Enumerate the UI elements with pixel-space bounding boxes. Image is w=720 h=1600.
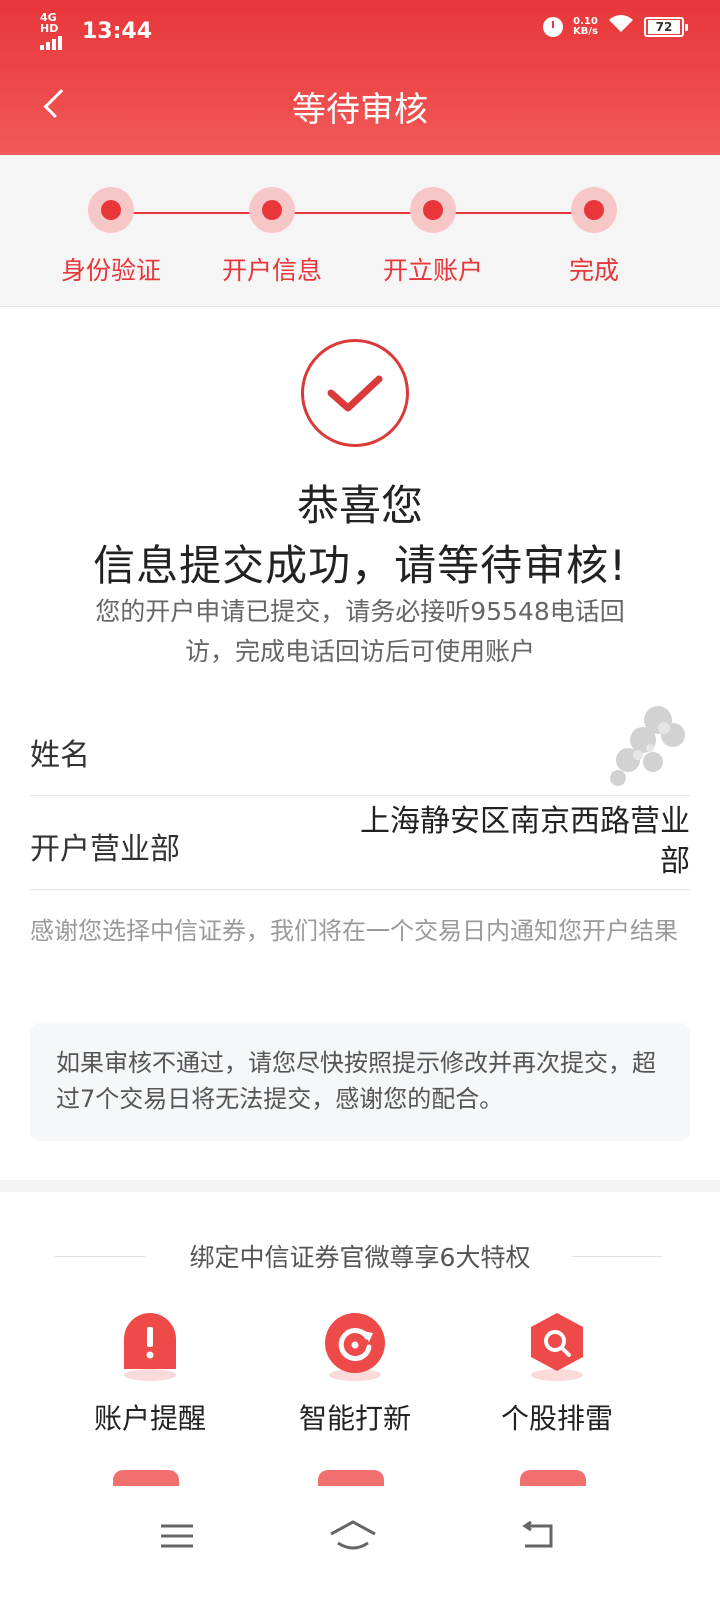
feature-account-alert[interactable]: 账户提醒 (65, 1305, 235, 1437)
alarm-icon (543, 16, 564, 37)
refresh-icon (315, 1305, 395, 1385)
progress-stepper: 身份验证 开户信息 开立账户 完成 (0, 155, 720, 307)
net-speed-unit: KB/s (573, 25, 598, 37)
step-dot-icon (410, 187, 456, 233)
step-label: 身份验证 (60, 256, 161, 285)
network-type: 4G HD (40, 11, 59, 35)
step-account-info: 开户信息 (192, 187, 352, 287)
success-check-icon (301, 339, 409, 447)
wifi-icon (608, 14, 634, 39)
step-label: 完成 (568, 256, 619, 285)
redacted-name-image (610, 706, 685, 786)
system-nav-bar (0, 1486, 720, 1600)
thanks-text: 感谢您选择中信证券，我们将在一个交易日内通知您开户结果 (30, 917, 678, 945)
feature-label: 账户提醒 (93, 1402, 206, 1435)
search-icon (517, 1305, 597, 1385)
feature-label: 个股排雷 (500, 1402, 613, 1435)
net-speed-value: 0.10 (573, 15, 598, 27)
step-label: 开立账户 (382, 256, 483, 285)
clock-time: 13:44 (82, 18, 153, 44)
branch-row: 开户营业部 上海静安区南京西路营业部 (30, 796, 690, 890)
success-headline: 信息提交成功，请等待审核! (93, 541, 627, 590)
feature-label: 智能打新 (298, 1402, 411, 1435)
step-label: 开户信息 (221, 256, 322, 285)
feature-icon-peek (113, 1470, 179, 1486)
branch-value: 上海静安区南京西路营业部 (360, 804, 690, 879)
header-bar: 4G HD 13:44 0.10 KB/s 72 等待审核 (0, 0, 720, 155)
step-dot-icon (571, 187, 617, 233)
battery-level: 72 (648, 19, 680, 34)
section-divider (0, 1180, 720, 1192)
feature-stock-risk[interactable]: 个股排雷 (472, 1305, 642, 1437)
net-speed: 0.10 KB/s (573, 15, 598, 37)
status-bar: 4G HD 13:44 0.10 KB/s 72 (0, 0, 720, 55)
page-title: 等待审核 (292, 90, 428, 130)
feature-smart-ipo[interactable]: 智能打新 (270, 1305, 440, 1437)
step-dot-icon (249, 187, 295, 233)
success-description: 您的开户申请已提交，请务必接听95548电话回访，完成电话回访后可使用账户 (95, 597, 625, 666)
alert-bell-icon (110, 1305, 190, 1385)
feature-icon-peek (318, 1470, 384, 1486)
name-label: 姓名 (30, 738, 90, 773)
branch-label: 开户营业部 (30, 832, 180, 867)
name-row: 姓名 (30, 702, 690, 796)
congrats-text: 恭喜您 (296, 481, 423, 530)
menu-icon[interactable] (147, 1506, 207, 1566)
divider-line-right (572, 1256, 662, 1257)
notice-box: 如果审核不通过，请您尽快按照提示修改并再次提交，超过7个交易日将无法提交，感谢您… (30, 1023, 690, 1141)
home-icon[interactable] (323, 1506, 383, 1566)
back-nav-icon[interactable] (507, 1506, 567, 1566)
signal-icon: 4G HD (40, 12, 76, 50)
step-identity: 身份验证 (31, 187, 191, 287)
step-dot-icon (88, 187, 134, 233)
feature-icon-peek (520, 1470, 586, 1486)
step-open-account: 开立账户 (353, 187, 513, 287)
step-complete: 完成 (514, 187, 674, 287)
battery-icon: 72 (644, 16, 688, 37)
